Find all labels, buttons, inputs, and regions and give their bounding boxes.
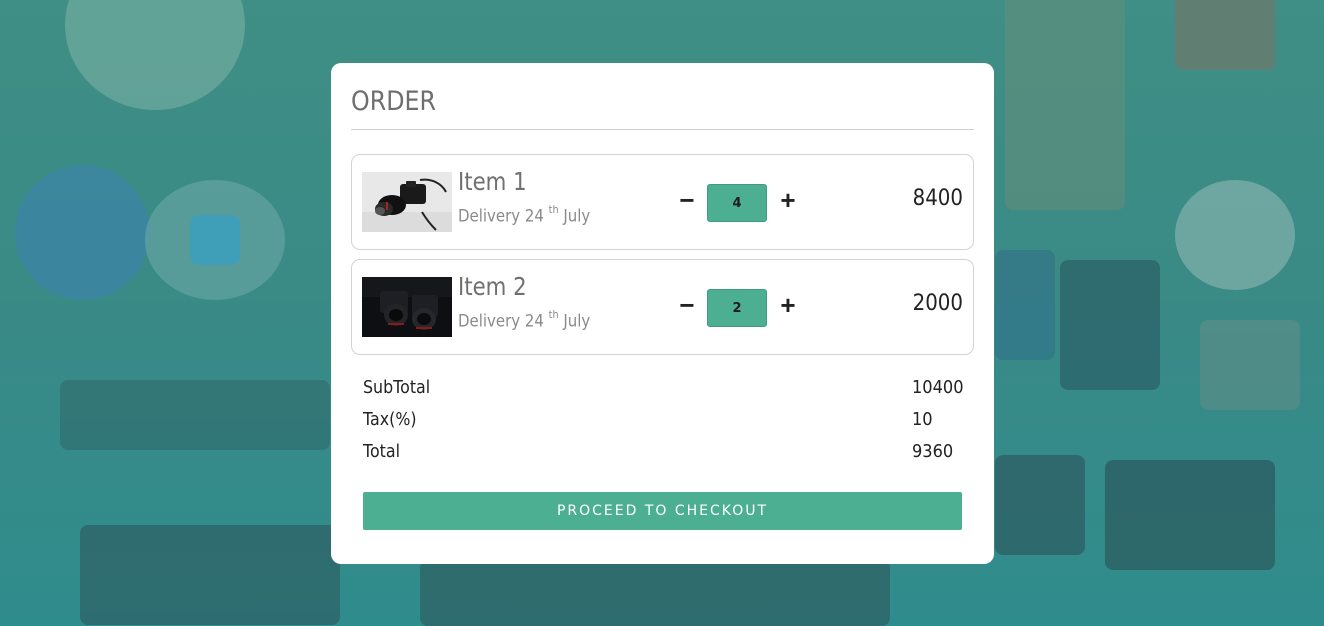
tax-row: Tax(%) 10 [363,409,961,437]
item-2-decrease-button[interactable]: − [675,290,699,320]
order-title: ORDER [351,86,437,117]
item-2-delivery: Delivery 24 th July [458,308,591,332]
item-2-thumbnail [362,277,452,337]
order-card: ORDER Item 1 Delivery 24 th July − 4 + 8… [331,63,994,564]
item-1-thumbnail [362,172,452,232]
order-summary: SubTotal 10400 Tax(%) 10 Total 9360 [351,377,974,477]
item-1-name: Item 1 [458,167,527,196]
delivery-ordinal: th [548,308,559,321]
tax-label: Tax(%) [363,409,417,430]
camera-image [362,277,452,337]
item-1-increase-button[interactable]: + [776,185,800,215]
order-header: ORDER [351,83,974,130]
proceed-to-checkout-button[interactable]: PROCEED TO CHECKOUT [363,492,962,530]
subtotal-label: SubTotal [363,377,431,398]
subtotal-value: 10400 [912,377,964,398]
subtotal-row: SubTotal 10400 [363,377,964,405]
item-2-name: Item 2 [458,272,527,301]
total-value: 9360 [912,441,954,462]
total-row: Total 9360 [363,441,961,469]
item-1-delivery: Delivery 24 th July [458,203,591,227]
item-2-increase-button[interactable]: + [776,290,800,320]
delivery-month: July [563,311,591,332]
total-label: Total [363,441,401,462]
tax-value: 10 [912,409,933,430]
cart-item-2: Item 2 Delivery 24 th July − + 2000 [351,259,974,355]
item-2-price: 2000 [912,291,963,316]
delivery-month: July [563,206,591,227]
cart-item-1: Item 1 Delivery 24 th July − + 8400 [351,154,974,250]
delivery-prefix: Delivery 24 [458,311,544,332]
item-1-quantity-input[interactable] [707,184,767,222]
item-1-decrease-button[interactable]: − [675,185,699,215]
item-1-price: 8400 [912,186,963,211]
delivery-prefix: Delivery 24 [458,206,544,227]
camera-image [362,172,452,232]
delivery-ordinal: th [548,203,559,216]
item-2-quantity-input[interactable] [707,289,767,327]
